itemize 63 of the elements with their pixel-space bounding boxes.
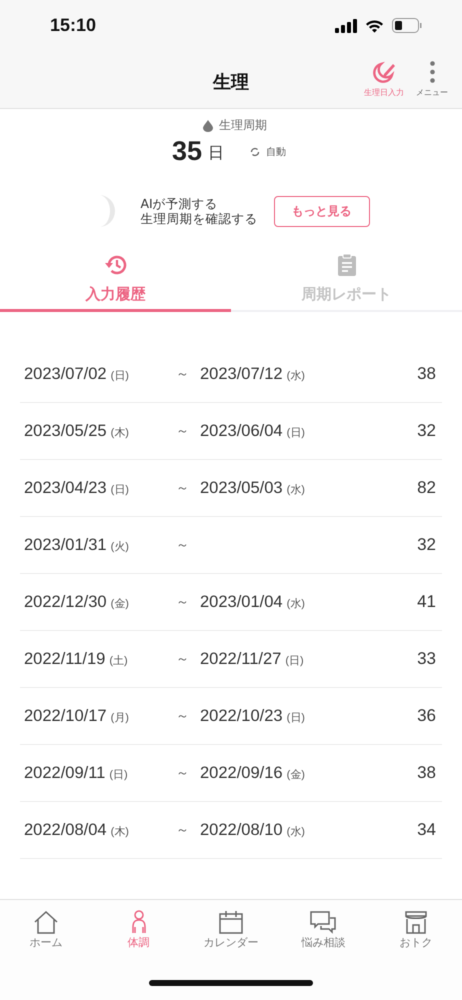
- start-date: 2022/09/11 (日): [24, 764, 129, 782]
- end-date: 2022/10/23 (日): [200, 706, 306, 726]
- cycle-days: 38: [417, 763, 436, 783]
- start-date: 2022/12/30 (金): [24, 592, 130, 612]
- see-more-button[interactable]: もっと見る: [274, 196, 370, 226]
- end-date: 2022/09/16 (金): [200, 764, 306, 782]
- battery-icon: [392, 18, 422, 33]
- range-separator: ～: [176, 480, 190, 497]
- range-separator: ～: [176, 708, 190, 725]
- end-date: 2023/06/04 (日): [200, 422, 306, 440]
- range-separator: ～: [176, 651, 190, 668]
- start-date: 2022/10/17 (月): [24, 706, 130, 726]
- end-date: 2023/01/04 (水): [200, 592, 306, 612]
- drop-icon: [203, 120, 213, 132]
- start-date: 2022/08/04 (木): [24, 820, 130, 840]
- moon-pencil-icon: [371, 59, 397, 85]
- cycle-days: 38: [417, 364, 436, 384]
- cycle-days: 82: [417, 478, 436, 498]
- refresh-icon: [250, 146, 260, 156]
- tab[interactable]: 入力履歴: [0, 249, 231, 312]
- clock-time: 15:10: [50, 15, 96, 36]
- menu-button[interactable]: メニュー: [416, 59, 448, 98]
- cycle-days: 36: [417, 706, 436, 726]
- nav-tab[interactable]: ホーム: [0, 910, 92, 950]
- nav-tab[interactable]: 悩み相談: [277, 910, 370, 950]
- end-date: 2023/07/12 (水): [200, 364, 306, 384]
- range-separator: ～: [176, 765, 190, 782]
- home-icon: [33, 910, 60, 934]
- cycle-days: 32: [417, 535, 436, 555]
- nav-tab[interactable]: カレンダー: [184, 910, 278, 950]
- end-date: 2022/11/27 (日): [200, 650, 305, 668]
- more-icon: [430, 61, 434, 83]
- range-separator: ～: [176, 822, 190, 839]
- cycle-days-value: 35: [172, 136, 202, 167]
- screen-title: 生理: [213, 70, 249, 94]
- start-date: 2023/05/25 (木): [24, 422, 130, 440]
- signal-icon: [335, 18, 357, 32]
- start-date: 2023/07/02 (日): [24, 364, 130, 384]
- ai-prediction-text: AIが予測する 生理周期を確認する: [140, 196, 258, 226]
- range-separator: ～: [176, 594, 190, 611]
- history-icon: [104, 253, 128, 277]
- days-unit: 日: [208, 143, 224, 164]
- start-date: 2023/04/23 (日): [24, 478, 130, 498]
- cycle-days: 41: [417, 592, 436, 612]
- cycle-days: 34: [417, 820, 436, 840]
- calendar-icon: [218, 910, 244, 934]
- end-date: 2022/08/10 (水): [200, 820, 306, 840]
- cycle-days: 33: [417, 649, 436, 669]
- cycle-label: 生理周期: [219, 117, 267, 134]
- start-date: 2023/01/31 (火): [24, 536, 130, 554]
- wifi-icon: [365, 18, 384, 32]
- range-separator: ～: [176, 366, 190, 383]
- auto-mode-label: 自動: [266, 146, 286, 158]
- range-separator: ～: [176, 423, 190, 440]
- end-date: 2023/05/03 (水): [200, 478, 306, 498]
- start-date: 2022/11/19 (土): [24, 650, 129, 668]
- period-input-button[interactable]: 生理日入力: [364, 59, 404, 98]
- nav-tab[interactable]: 体調: [92, 910, 185, 950]
- shop-icon: [402, 910, 429, 934]
- chat-icon: [310, 910, 336, 934]
- range-separator: ～: [176, 537, 190, 554]
- nav-tab[interactable]: おトク: [370, 910, 462, 950]
- cycle-days: 32: [417, 421, 436, 441]
